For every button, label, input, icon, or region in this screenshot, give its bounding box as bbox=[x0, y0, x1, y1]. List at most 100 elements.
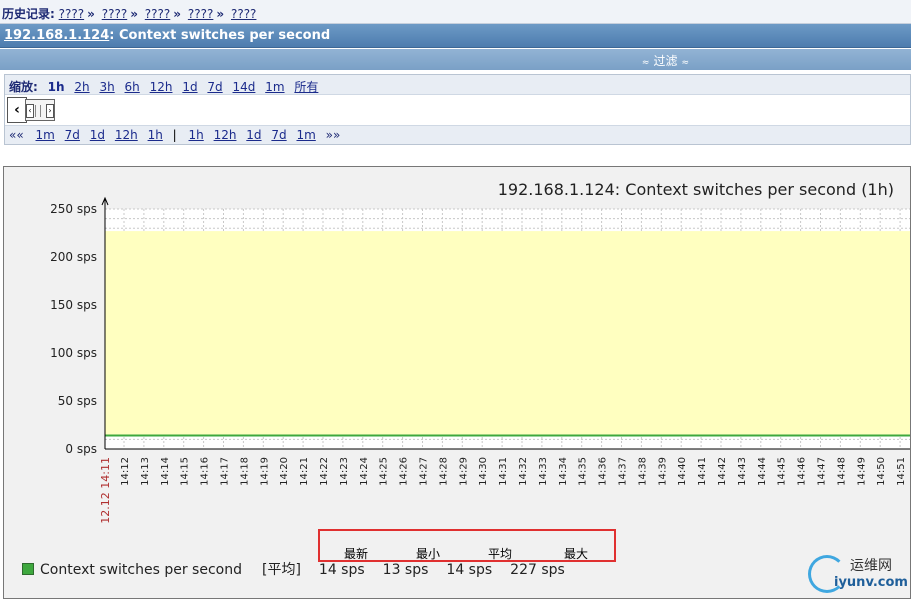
x-tick-label: 14:17 bbox=[220, 457, 231, 486]
y-tick-label: 250 sps bbox=[50, 202, 97, 216]
collapse-arrow-icon: ≈ bbox=[641, 58, 650, 68]
zoom-row: 缩放: 1h 2h 3h 6h 12h 1d 7d 14d 1m 所有 bbox=[5, 75, 910, 95]
history-crumb[interactable]: ???? bbox=[145, 7, 170, 21]
host-link[interactable]: 192.168.1.124 bbox=[4, 28, 109, 43]
x-tick-label: 14:50 bbox=[876, 457, 887, 486]
x-tick-label: 14:46 bbox=[797, 457, 808, 486]
zoom-option-1d[interactable]: 1d bbox=[182, 80, 197, 94]
resize-left-icon[interactable]: ‹ bbox=[26, 104, 34, 118]
y-tick-label: 100 sps bbox=[50, 346, 97, 360]
x-tick-label: 14:12 bbox=[120, 457, 131, 486]
y-tick-label: 150 sps bbox=[50, 298, 97, 312]
period-slider[interactable]: ‹ ‹ › bbox=[7, 97, 57, 123]
x-tick-label: 14:24 bbox=[359, 457, 370, 486]
crumb-separator: » bbox=[87, 7, 95, 21]
x-start-label: 12.12 14:11 bbox=[99, 457, 112, 524]
x-tick-label: 14:27 bbox=[419, 457, 430, 486]
zoom-label: 缩放: bbox=[9, 80, 38, 94]
x-tick-label: 14:51 bbox=[896, 457, 907, 486]
x-tick-label: 14:31 bbox=[498, 457, 509, 486]
back-1d[interactable]: 1d bbox=[90, 128, 105, 142]
page-title: 192.168.1.124: Context switches per seco… bbox=[0, 24, 911, 48]
page-title-text: : Context switches per second bbox=[109, 28, 331, 43]
x-tick-label: 14:21 bbox=[299, 457, 310, 486]
zoom-option-all[interactable]: 所有 bbox=[294, 80, 318, 94]
back-marker: «« bbox=[9, 128, 24, 142]
history-crumb[interactable]: ???? bbox=[231, 7, 256, 21]
history-breadcrumb: 历史记录: ????» ????» ????» ????» ???? bbox=[0, 0, 911, 24]
zoom-option-7d[interactable]: 7d bbox=[207, 80, 222, 94]
x-tick-label: 14:47 bbox=[817, 457, 828, 486]
x-tick-label: 14:22 bbox=[319, 457, 330, 486]
x-tick-label: 14:39 bbox=[657, 457, 668, 486]
zoom-option-12h[interactable]: 12h bbox=[150, 80, 173, 94]
x-tick-label: 14:38 bbox=[637, 457, 648, 486]
forward-12h[interactable]: 12h bbox=[214, 128, 237, 142]
back-12h[interactable]: 12h bbox=[115, 128, 138, 142]
stat-header-box: 最新 最小 平均 最大 bbox=[318, 529, 616, 562]
watermark-cn: 运维网 bbox=[850, 558, 892, 574]
y-tick-label: 200 sps bbox=[50, 250, 97, 264]
chart-title: 192.168.1.124: Context switches per seco… bbox=[498, 180, 894, 199]
back-1m[interactable]: 1m bbox=[36, 128, 55, 142]
forward-1m[interactable]: 1m bbox=[296, 128, 315, 142]
zoom-option-2h[interactable]: 2h bbox=[74, 80, 89, 94]
slider-handle[interactable]: ‹ › bbox=[25, 99, 55, 121]
series-range-area bbox=[105, 231, 910, 436]
crumb-separator: » bbox=[216, 7, 225, 21]
period-selector: 缩放: 1h 2h 3h 6h 12h 1d 7d 14d 1m 所有 ‹ ‹ … bbox=[4, 74, 911, 145]
x-tick-label: 14:28 bbox=[438, 457, 449, 486]
watermark-en: iyunv.com bbox=[834, 575, 908, 590]
x-tick-label: 14:14 bbox=[160, 457, 171, 486]
x-tick-label: 14:48 bbox=[836, 457, 847, 486]
zoom-option-6h[interactable]: 6h bbox=[125, 80, 140, 94]
history-crumb[interactable]: ???? bbox=[188, 7, 213, 21]
x-tick-label: 14:36 bbox=[598, 457, 609, 486]
zoom-option-14d[interactable]: 14d bbox=[233, 80, 256, 94]
stat-header-max: 最大 bbox=[564, 547, 589, 561]
resize-right-icon[interactable]: › bbox=[46, 104, 54, 118]
x-tick-label: 14:33 bbox=[538, 457, 549, 486]
x-tick-label: 14:25 bbox=[379, 457, 390, 486]
x-tick-label: 14:30 bbox=[478, 457, 489, 486]
x-tick-label: 14:13 bbox=[140, 457, 151, 486]
x-tick-label: 14:20 bbox=[279, 457, 290, 486]
forward-marker: »» bbox=[325, 128, 341, 142]
x-tick-label: 14:49 bbox=[856, 457, 867, 486]
legend-agg-tag: [平均] bbox=[261, 562, 301, 578]
x-tick-label: 14:40 bbox=[677, 457, 688, 486]
crumb-separator: » bbox=[173, 7, 182, 21]
period-navigation: «« 1m 7d 1d 12h 1h | 1h 12h 1d 7d 1m »» bbox=[5, 125, 910, 144]
x-tick-label: 14:41 bbox=[697, 457, 708, 486]
x-tick-label: 14:26 bbox=[399, 457, 410, 486]
legend-series-name: Context switches per second bbox=[40, 562, 242, 578]
nav-divider: | bbox=[172, 128, 177, 142]
forward-1h[interactable]: 1h bbox=[189, 128, 204, 142]
zoom-option-1m[interactable]: 1m bbox=[265, 80, 284, 94]
x-tick-label: 14:16 bbox=[200, 457, 211, 486]
filter-label: 过滤 bbox=[653, 54, 678, 68]
chevron-left-icon[interactable]: ‹ bbox=[7, 97, 27, 123]
x-tick-label: 14:44 bbox=[757, 457, 768, 486]
legend-swatch bbox=[22, 563, 34, 575]
x-tick-label: 14:29 bbox=[458, 457, 469, 486]
legend-min-value: 13 sps bbox=[382, 562, 429, 578]
forward-7d[interactable]: 7d bbox=[271, 128, 286, 142]
x-tick-label: 14:19 bbox=[259, 457, 270, 486]
zoom-option-3h[interactable]: 3h bbox=[99, 80, 114, 94]
x-tick-label: 14:45 bbox=[777, 457, 788, 486]
graph-panel: 250 sps 200 sps 150 sps 100 sps 50 sps 0 sps … bbox=[3, 166, 911, 599]
history-crumb[interactable]: ???? bbox=[102, 7, 127, 21]
x-tick-label: 14:43 bbox=[737, 457, 748, 486]
back-1h[interactable]: 1h bbox=[148, 128, 163, 142]
collapse-arrow-icon: ≈ bbox=[681, 58, 689, 68]
x-tick-label: 14:32 bbox=[518, 457, 529, 486]
forward-1d[interactable]: 1d bbox=[246, 128, 261, 142]
legend-last-value: 14 sps bbox=[318, 562, 365, 578]
zoom-option-1h[interactable]: 1h bbox=[48, 80, 65, 94]
filter-toggle[interactable]: ≈ 过滤 ≈ bbox=[0, 49, 911, 70]
legend-avg-value: 14 sps bbox=[446, 562, 493, 578]
timeline-scrollbar[interactable]: ‹ ‹ › bbox=[5, 95, 910, 125]
history-crumb[interactable]: ???? bbox=[59, 7, 84, 21]
back-7d[interactable]: 7d bbox=[65, 128, 80, 142]
